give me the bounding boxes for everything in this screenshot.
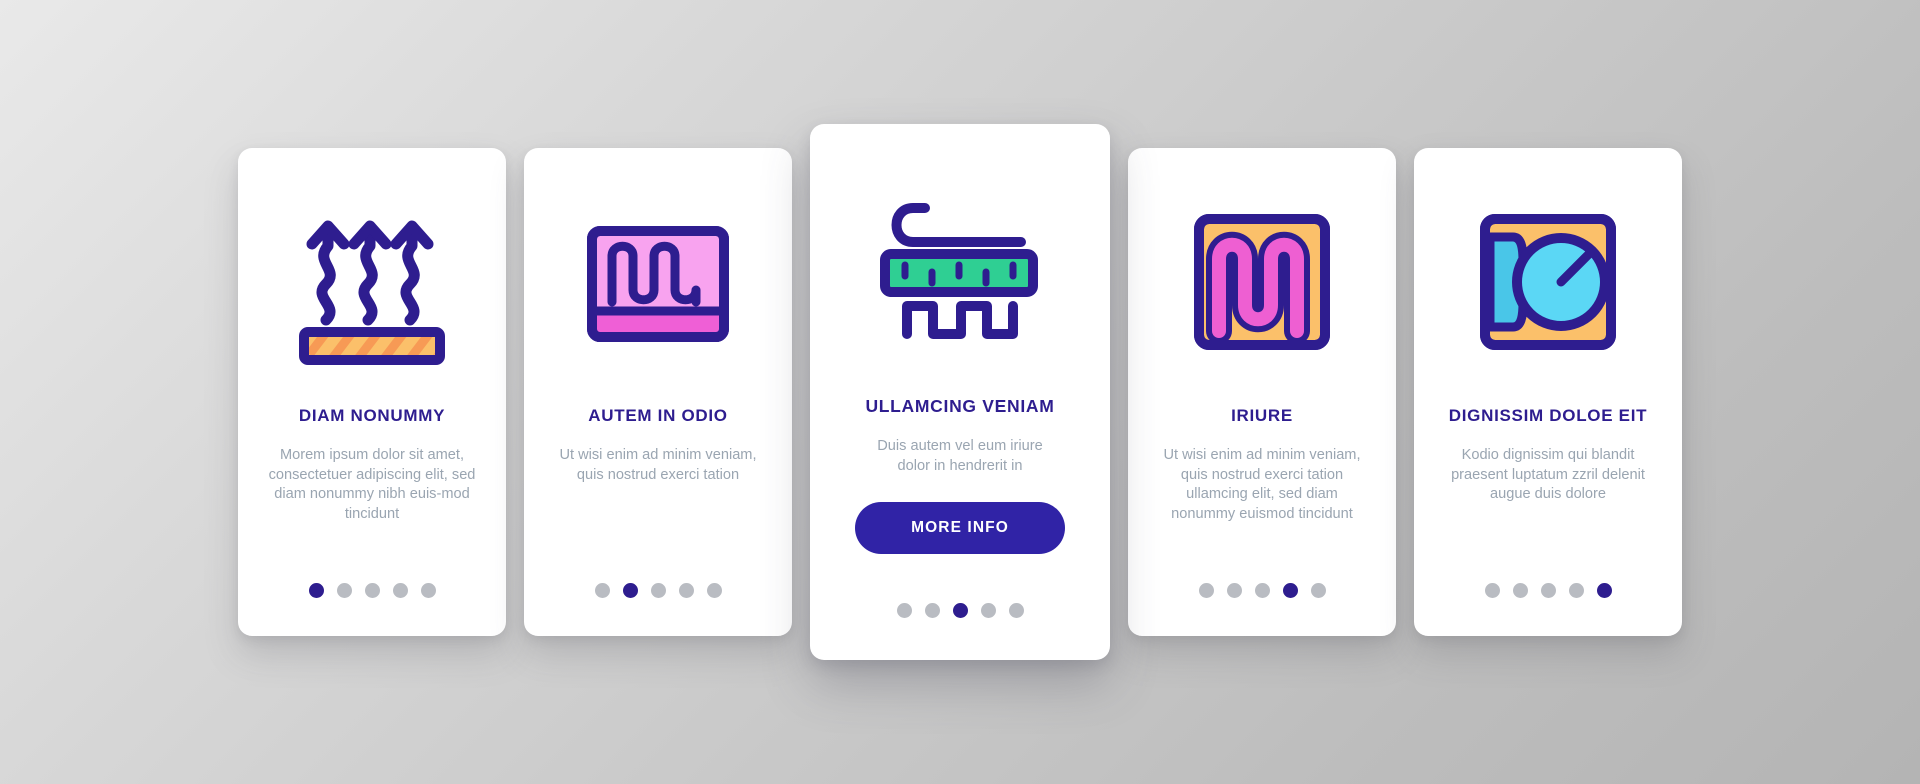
pagination-dot[interactable] (924, 603, 940, 618)
pagination-dot[interactable] (1540, 583, 1556, 598)
onboarding-card-row: DIAM NONUMMY Morem ipsum dolor sit amet,… (0, 0, 1920, 784)
pagination-dot[interactable] (1512, 583, 1528, 598)
pagination-dot[interactable] (308, 583, 324, 598)
pagination-dot[interactable] (678, 583, 694, 598)
heating-panel-coil-icon (546, 182, 770, 382)
pagination-dot[interactable] (1484, 583, 1500, 598)
pagination-dot[interactable] (594, 583, 610, 598)
pagination-dot[interactable] (392, 583, 408, 598)
card-description: Ut wisi enim ad minim veniam, quis nostr… (559, 447, 757, 483)
pagination-dot[interactable] (622, 583, 638, 598)
pagination-dot[interactable] (1282, 583, 1298, 598)
pagination-dot[interactable] (1198, 583, 1214, 598)
pagination-dot[interactable] (1008, 603, 1024, 618)
pagination-dot[interactable] (650, 583, 666, 598)
pagination-dots[interactable] (238, 583, 506, 598)
onboarding-card-4: IRIURE Ut wisi enim ad minim veniam, qui… (1128, 148, 1396, 636)
card-description: Morem ipsum dolor sit amet, consectetuer… (268, 447, 476, 522)
pagination-dot[interactable] (1310, 583, 1326, 598)
card-title: ULLAMCING VENIAM (865, 396, 1055, 416)
pagination-dot[interactable] (952, 603, 968, 618)
card-title: AUTEM IN ODIO (588, 406, 728, 425)
pagination-dots[interactable] (1128, 583, 1396, 598)
thermostat-dial-icon (1436, 182, 1660, 382)
pagination-dot[interactable] (364, 583, 380, 598)
onboarding-card-1: DIAM NONUMMY Morem ipsum dolor sit amet,… (238, 148, 506, 636)
card-title: IRIURE (1231, 406, 1293, 425)
more-info-button[interactable]: MORE INFO (855, 502, 1065, 554)
pagination-dot[interactable] (706, 583, 722, 598)
pagination-dot[interactable] (420, 583, 436, 598)
card-description: Kodio dignissim qui blandit praesent lup… (1451, 447, 1645, 503)
onboarding-card-2: AUTEM IN ODIO Ut wisi enim ad minim veni… (524, 148, 792, 636)
pagination-dots[interactable] (524, 583, 792, 598)
pagination-dot[interactable] (1254, 583, 1270, 598)
pagination-dot[interactable] (980, 603, 996, 618)
pagination-dots[interactable] (810, 603, 1110, 618)
onboarding-card-5: DIGNISSIM DOLOE EIT Kodio dignissim qui … (1414, 148, 1682, 636)
pagination-dot[interactable] (336, 583, 352, 598)
pagination-dot[interactable] (1568, 583, 1584, 598)
heating-element-cable-icon (834, 164, 1086, 378)
pagination-dot[interactable] (1596, 583, 1612, 598)
pagination-dots[interactable] (1414, 583, 1682, 598)
heat-rising-floor-icon (260, 182, 484, 382)
onboarding-card-3: ULLAMCING VENIAM Duis autem vel eum iriu… (810, 124, 1110, 660)
pagination-dot[interactable] (896, 603, 912, 618)
pagination-dot[interactable] (1226, 583, 1242, 598)
card-description: Duis autem vel eum iriure dolor in hendr… (877, 438, 1043, 474)
card-title: DIAM NONUMMY (298, 406, 446, 425)
serpentine-heater-icon (1150, 182, 1374, 382)
card-description: Ut wisi enim ad minim veniam, quis nostr… (1163, 447, 1361, 522)
card-title: DIGNISSIM DOLOE EIT (1448, 406, 1648, 425)
